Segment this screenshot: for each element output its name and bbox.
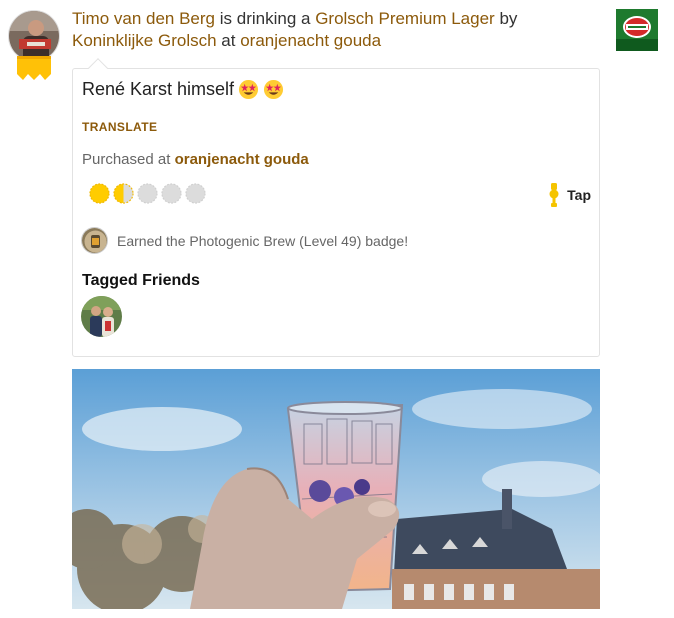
- star-struck-emoji-icon: [264, 79, 284, 100]
- supporter-ribbon-icon: [17, 56, 51, 80]
- tagged-friends-title: Tagged Friends: [82, 272, 200, 289]
- tap-icon: [549, 183, 559, 207]
- is-drinking-text: is drinking a: [219, 9, 311, 28]
- photogenic-brew-badge-icon[interactable]: [81, 227, 108, 254]
- serving-label: Tap: [567, 187, 591, 203]
- card-notch: [88, 58, 108, 78]
- purchased-at-row: Purchased at oranjenacht gouda: [82, 151, 309, 168]
- by-text: by: [499, 9, 518, 28]
- checkin-headline: Timo van den Berg is drinking a Grolsch …: [72, 8, 592, 52]
- checkin-card: René Karst himself TRANSLATE Purchased a…: [72, 58, 600, 357]
- comment-text: René Karst himself: [82, 79, 235, 99]
- user-avatar[interactable]: [8, 10, 60, 62]
- serving-style: Tap: [549, 183, 591, 207]
- venue-name-link[interactable]: oranjenacht gouda: [240, 31, 381, 50]
- purchased-prefix: Purchased at: [82, 151, 171, 168]
- tagged-friend-avatar[interactable]: [81, 296, 122, 337]
- badge-text: Earned the Photogenic Brew (Level 49) ba…: [117, 232, 409, 249]
- bottle-cap-icon: [185, 183, 206, 204]
- rating-caps: [89, 183, 206, 204]
- star-struck-emoji-icon: [239, 79, 259, 100]
- beer-name-link[interactable]: Grolsch Premium Lager: [315, 9, 495, 28]
- bottle-cap-icon: [113, 183, 134, 204]
- purchased-venue-link[interactable]: oranjenacht gouda: [175, 151, 309, 168]
- bottle-cap-icon: [161, 183, 182, 204]
- checkin-photo[interactable]: [72, 369, 600, 609]
- checkin-comment: René Karst himself: [82, 79, 284, 100]
- grolsch-logo[interactable]: [616, 9, 658, 51]
- badge-earned-row[interactable]: Earned the Photogenic Brew (Level 49) ba…: [81, 227, 408, 254]
- user-avatar-container[interactable]: [8, 10, 62, 80]
- user-name-link[interactable]: Timo van den Berg: [72, 9, 215, 28]
- bottle-cap-icon: [89, 183, 110, 204]
- brewery-name-link[interactable]: Koninklijke Grolsch: [72, 31, 217, 50]
- at-text: at: [221, 31, 236, 50]
- bottle-cap-icon: [137, 183, 158, 204]
- translate-button[interactable]: TRANSLATE: [82, 120, 157, 134]
